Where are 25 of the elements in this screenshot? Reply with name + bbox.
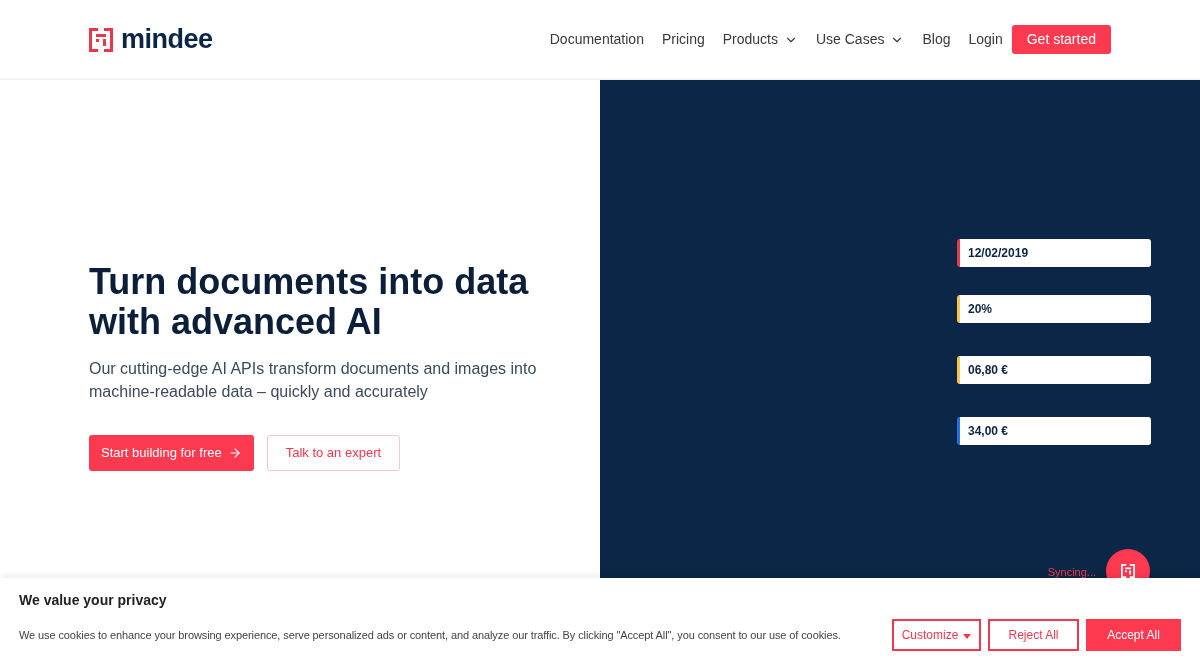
extracted-field: 20% [957,295,1151,323]
nav-link[interactable]: Login [968,29,1003,50]
caret-down-icon [963,633,972,639]
nav-dropdown[interactable]: Use Cases [815,29,905,50]
nav-link[interactable]: Documentation [549,29,644,50]
logo-icon[interactable] [89,27,113,52]
reject-all-button[interactable]: Reject All [988,619,1079,651]
get-started-button[interactable]: Get started [1011,25,1111,54]
nav-link[interactable]: Blog [922,29,951,50]
nav-dropdown[interactable]: Products [722,29,798,50]
extracted-field: 12/02/2019 [957,239,1151,267]
accept-all-button[interactable]: Accept All [1086,619,1181,651]
hero-heading: Turn documents into data with advanced AI [89,262,530,342]
customize-button[interactable]: Customize [892,619,981,651]
arrow-right-icon [227,446,242,460]
nav-link[interactable]: Pricing [661,29,705,50]
brand-name[interactable]: mindee [121,26,213,53]
talk-to-expert-button[interactable]: Talk to an expert [266,435,401,471]
start-building-button[interactable]: Start building for free [89,435,254,471]
hero-subtitle: Our cutting-edge AI APIs transform documents and images into machine-readable data – quickly and accurately [89,359,538,402]
cookie-banner-text: We use cookies to enhance your browsing experience, serve personalized ads or content, and analyze our traffic. By clicking "Accept All", you consent to our use of cookies. [19,628,842,643]
sync-status: Syncing... [1047,566,1096,578]
extracted-field: 34,00 € [957,417,1151,445]
extracted-field: 06,80 € [957,356,1151,384]
cookie-banner-title: We value your privacy [19,591,168,609]
